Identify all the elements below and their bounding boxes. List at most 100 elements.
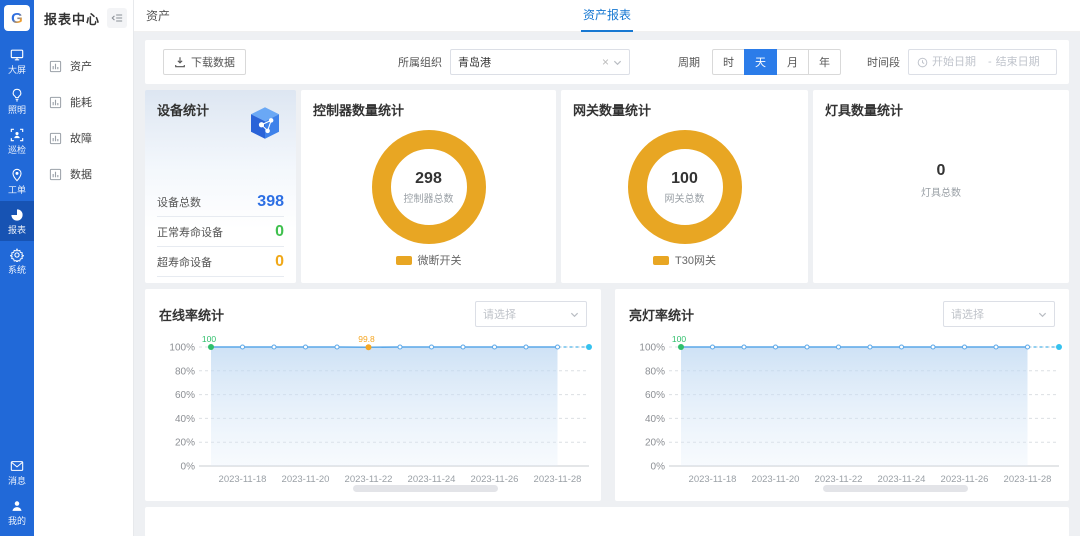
tab-label: 资产报表 [581, 1, 633, 32]
primary-sidebar: G 大屏 照明 巡检 工单 报表 [0, 0, 34, 536]
download-data-button[interactable]: 下载数据 [163, 49, 246, 75]
download-icon [174, 56, 186, 68]
lamp-stats-card: 灯具数量统计 0 灯具总数 [813, 90, 1069, 283]
svg-text:2023-11-20: 2023-11-20 [752, 474, 800, 485]
page-title: 资产 [146, 7, 170, 24]
logo-letter: G [11, 10, 23, 27]
nav-label: 系统 [8, 265, 26, 275]
stat-value: 0 [275, 223, 284, 241]
collapse-sidebar-button[interactable] [107, 8, 127, 28]
stat-value: 398 [257, 193, 284, 211]
controller-total-label: 控制器总数 [404, 190, 454, 205]
controller-legend[interactable]: 微断开关 [301, 252, 556, 268]
svg-text:2023-11-26: 2023-11-26 [471, 474, 519, 485]
nav-item-lighting[interactable]: 照明 [0, 81, 34, 121]
stat-label: 设备总数 [157, 194, 201, 210]
donut-center: 298 控制器总数 [372, 130, 486, 244]
pin-icon [10, 168, 24, 182]
lamp-total-label: 灯具总数 [921, 184, 961, 199]
svg-text:2023-11-28: 2023-11-28 [534, 474, 582, 485]
bar-chart-icon [49, 96, 62, 109]
end-date-input[interactable] [996, 56, 1048, 68]
screen-icon [10, 48, 24, 62]
submenu-item-energy[interactable]: 能耗 [34, 84, 133, 120]
clock-icon [917, 57, 928, 68]
rail-bottom: 消息 我的 [0, 452, 34, 532]
submenu-item-label: 资产 [70, 58, 92, 74]
envelope-icon [10, 459, 24, 473]
period-option-day[interactable]: 天 [744, 49, 777, 75]
nav-item-bigscreen[interactable]: 大屏 [0, 41, 34, 81]
lighting-rate-chart: 0%20%40%60%80%100%2023-11-182023-11-2020… [623, 331, 1063, 491]
submenu-item-label: 数据 [70, 166, 92, 182]
stat-label: 超寿命设备 [157, 254, 212, 270]
gateway-donut: 100 网关总数 [628, 130, 742, 244]
chart-scrollbar[interactable] [823, 485, 968, 492]
nav-item-inspection[interactable]: 巡检 [0, 121, 34, 161]
svg-text:80%: 80% [175, 366, 195, 377]
nav-item-profile[interactable]: 我的 [0, 492, 34, 532]
svg-text:2023-11-24: 2023-11-24 [878, 474, 926, 485]
svg-text:99.8: 99.8 [358, 334, 375, 344]
app-logo[interactable]: G [4, 5, 30, 31]
gateway-legend[interactable]: T30网关 [561, 252, 808, 268]
lamp-total: 0 [937, 162, 946, 180]
top-bar: 资产 资产报表 [134, 0, 1080, 32]
nav-item-messages[interactable]: 消息 [0, 452, 34, 492]
clear-icon[interactable]: × [602, 55, 609, 69]
content: 下载数据 所属组织 青岛港 × 周期 时 天 月 年 时间段 [134, 32, 1080, 536]
svg-text:40%: 40% [175, 414, 195, 425]
date-range-picker[interactable]: - [908, 49, 1057, 75]
nav-label: 报表 [8, 225, 26, 235]
nav-label: 大屏 [8, 65, 26, 75]
secondary-sidebar: 报表中心 资产 能耗 故障 数据 [34, 0, 134, 536]
lighting-rate-select[interactable]: 请选择 [943, 301, 1055, 327]
svg-text:0%: 0% [651, 462, 666, 473]
online-rate-title: 在线率统计 [159, 305, 224, 324]
device-card-rows: 设备总数 398 正常寿命设备 0 超寿命设备 0 [145, 187, 296, 283]
submenu-item-fault[interactable]: 故障 [34, 120, 133, 156]
chevron-down-icon [613, 58, 622, 67]
nav-label: 我的 [8, 516, 26, 526]
chart-scrollbar[interactable] [353, 485, 498, 492]
submenu-item-label: 故障 [70, 130, 92, 146]
chevron-down-icon [1038, 310, 1047, 319]
range-separator: - [988, 56, 992, 68]
device-card-title: 设备统计 [157, 100, 209, 119]
submenu-title: 报表中心 [44, 9, 100, 28]
submenu-item-data[interactable]: 数据 [34, 156, 133, 192]
bottom-panel [145, 507, 1069, 536]
chart-header: 在线率统计 请选择 [153, 299, 593, 327]
period-option-month[interactable]: 月 [776, 49, 809, 75]
online-rate-card: 在线率统计 请选择 0%20%40%60%80%100%2023-11-1820… [145, 289, 601, 501]
nav-label: 照明 [8, 105, 26, 115]
nav-item-workorder[interactable]: 工单 [0, 161, 34, 201]
period-option-year[interactable]: 年 [808, 49, 841, 75]
bar-chart-icon [49, 168, 62, 181]
lamp-card-title: 灯具数量统计 [825, 103, 903, 118]
person-icon [10, 499, 24, 513]
tab-asset-report[interactable]: 资产报表 [581, 0, 633, 32]
svg-text:20%: 20% [645, 438, 665, 449]
svg-text:2023-11-20: 2023-11-20 [282, 474, 330, 485]
period-label: 周期 [678, 54, 700, 70]
svg-text:2023-11-22: 2023-11-22 [345, 474, 393, 485]
lighting-rate-title: 亮灯率统计 [629, 305, 694, 324]
svg-text:100: 100 [672, 334, 686, 344]
nav-item-reports[interactable]: 报表 [0, 201, 34, 241]
stat-label: 正常寿命设备 [157, 224, 223, 240]
stat-row-over-life: 超寿命设备 0 [157, 247, 284, 277]
filter-bar: 下载数据 所属组织 青岛港 × 周期 时 天 月 年 时间段 [145, 40, 1069, 84]
submenu-item-asset[interactable]: 资产 [34, 48, 133, 84]
stat-value: 0 [275, 253, 284, 271]
svg-text:60%: 60% [175, 390, 195, 401]
bar-chart-icon [49, 60, 62, 73]
svg-text:0%: 0% [181, 462, 196, 473]
svg-text:2023-11-24: 2023-11-24 [408, 474, 456, 485]
nav-item-system[interactable]: 系统 [0, 241, 34, 281]
period-option-hour[interactable]: 时 [712, 49, 745, 75]
online-rate-select[interactable]: 请选择 [475, 301, 587, 327]
gateway-card-title: 网关数量统计 [573, 103, 651, 118]
org-select[interactable]: 青岛港 × [450, 49, 630, 75]
start-date-input[interactable] [932, 56, 984, 68]
